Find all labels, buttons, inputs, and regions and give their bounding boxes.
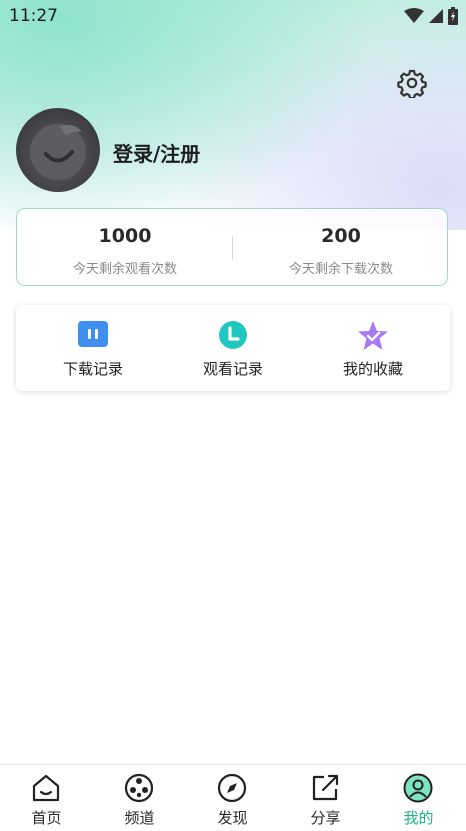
quick-action-label: 观看记录 bbox=[202, 360, 263, 378]
stat-value: 1000 bbox=[98, 225, 152, 247]
watch-history-icon bbox=[219, 321, 247, 349]
wifi-icon bbox=[404, 8, 424, 23]
status-time: 11:27 bbox=[9, 6, 58, 26]
nav-share[interactable]: 分享 bbox=[279, 765, 372, 831]
download-record-icon bbox=[78, 321, 108, 347]
status-icons bbox=[404, 7, 458, 25]
download-record-button[interactable]: 下载记录 bbox=[21, 305, 165, 391]
quick-action-label: 下载记录 bbox=[62, 360, 123, 378]
login-register-link[interactable]: 登录/注册 bbox=[113, 138, 200, 167]
favorites-star-icon bbox=[358, 321, 388, 350]
quick-actions-card: 下载记录 观看记录 我的收藏 bbox=[16, 305, 450, 391]
watch-history-button[interactable]: 观看记录 bbox=[161, 305, 305, 391]
nav-label: 发现 bbox=[217, 809, 248, 827]
bottom-nav: 首页 频道 发现 分享 我的 bbox=[0, 764, 466, 831]
settings-gear-icon[interactable] bbox=[397, 68, 427, 98]
film-reel-icon bbox=[124, 773, 154, 803]
nav-discover[interactable]: 发现 bbox=[186, 765, 279, 831]
profile-icon bbox=[403, 773, 433, 803]
nav-label: 分享 bbox=[310, 809, 341, 827]
nav-home[interactable]: 首页 bbox=[0, 765, 93, 831]
favorites-button[interactable]: 我的收藏 bbox=[301, 305, 445, 391]
stats-card: 1000 今天剩余观看次数 200 今天剩余下载次数 bbox=[16, 208, 448, 286]
stat-download-remaining: 200 今天剩余下载次数 bbox=[233, 209, 449, 287]
nav-label: 我的 bbox=[403, 809, 434, 827]
stat-watch-remaining: 1000 今天剩余观看次数 bbox=[17, 209, 233, 287]
avatar[interactable] bbox=[16, 108, 100, 192]
home-icon bbox=[32, 774, 60, 802]
compass-icon bbox=[217, 773, 247, 803]
avatar-logo-icon bbox=[30, 124, 86, 180]
quick-action-label: 我的收藏 bbox=[342, 360, 403, 378]
status-bar: 11:27 bbox=[0, 0, 466, 32]
stat-label: 今天剩余下载次数 bbox=[288, 262, 393, 277]
nav-label: 频道 bbox=[124, 809, 155, 827]
nav-channel[interactable]: 频道 bbox=[93, 765, 186, 831]
battery-icon bbox=[448, 7, 458, 25]
nav-mine[interactable]: 我的 bbox=[372, 765, 465, 831]
nav-label: 首页 bbox=[31, 809, 62, 827]
signal-icon bbox=[429, 9, 443, 23]
share-icon bbox=[312, 774, 339, 801]
stat-label: 今天剩余观看次数 bbox=[72, 262, 177, 277]
stat-value: 200 bbox=[321, 225, 361, 247]
